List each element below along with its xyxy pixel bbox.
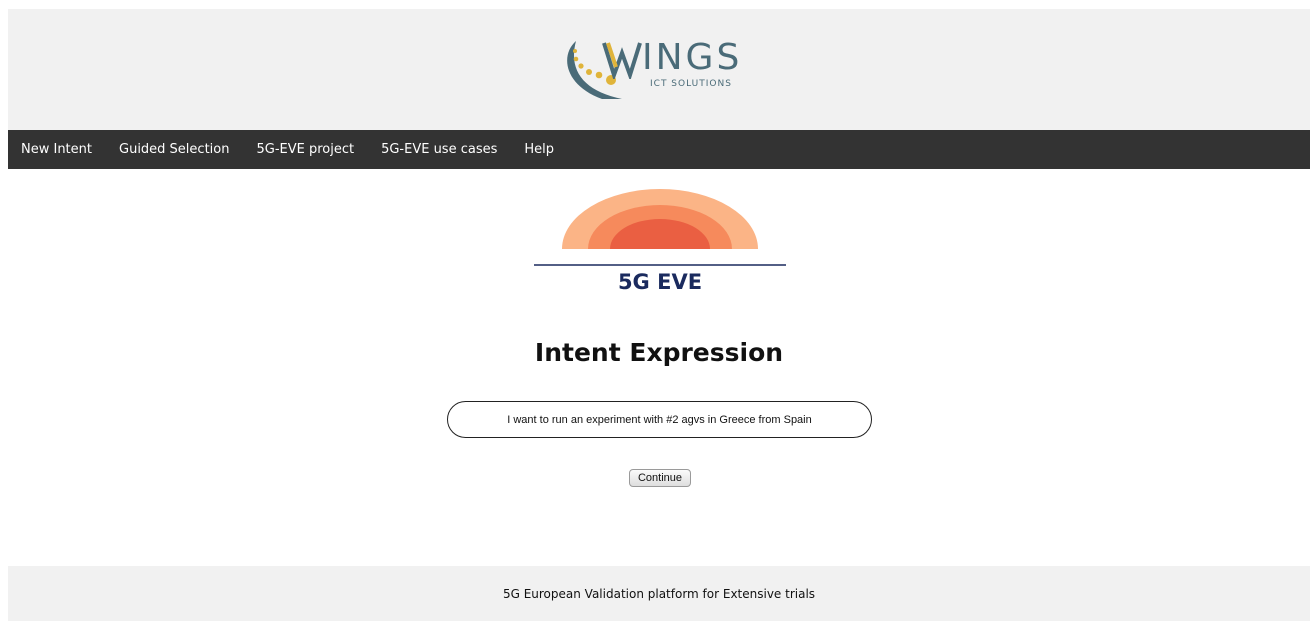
intent-input[interactable] [447, 401, 872, 438]
nav-item-new-intent[interactable]: New Intent [21, 142, 92, 157]
page: INGS ICT SOLUTIONS New Intent Guided Sel… [8, 9, 1310, 621]
nav-item-guided-selection[interactable]: Guided Selection [119, 142, 229, 157]
wings-logo: INGS ICT SOLUTIONS [562, 37, 762, 103]
wings-logo-word: INGS [642, 37, 743, 78]
wings-w-icon [602, 42, 642, 79]
continue-button[interactable]: Continue [629, 469, 691, 487]
footer: 5G European Validation platform for Exte… [8, 566, 1310, 621]
5g-eve-logo-text: 5G EVE [617, 270, 703, 294]
5g-eve-arc-icon [534, 189, 786, 266]
main-nav: New Intent Guided Selection 5G-EVE proje… [8, 130, 1310, 169]
footer-text: 5G European Validation platform for Exte… [502, 586, 816, 601]
nav-item-5g-eve-project[interactable]: 5G-EVE project [256, 142, 354, 157]
wings-logo-subtitle: ICT SOLUTIONS [650, 79, 732, 89]
nav-item-help[interactable]: Help [524, 142, 554, 157]
header: INGS ICT SOLUTIONS [8, 9, 1310, 130]
page-title: Intent Expression [534, 338, 784, 367]
5g-eve-logo: 5G EVE [532, 187, 788, 302]
nav-item-5g-eve-use-cases[interactable]: 5G-EVE use cases [381, 142, 497, 157]
